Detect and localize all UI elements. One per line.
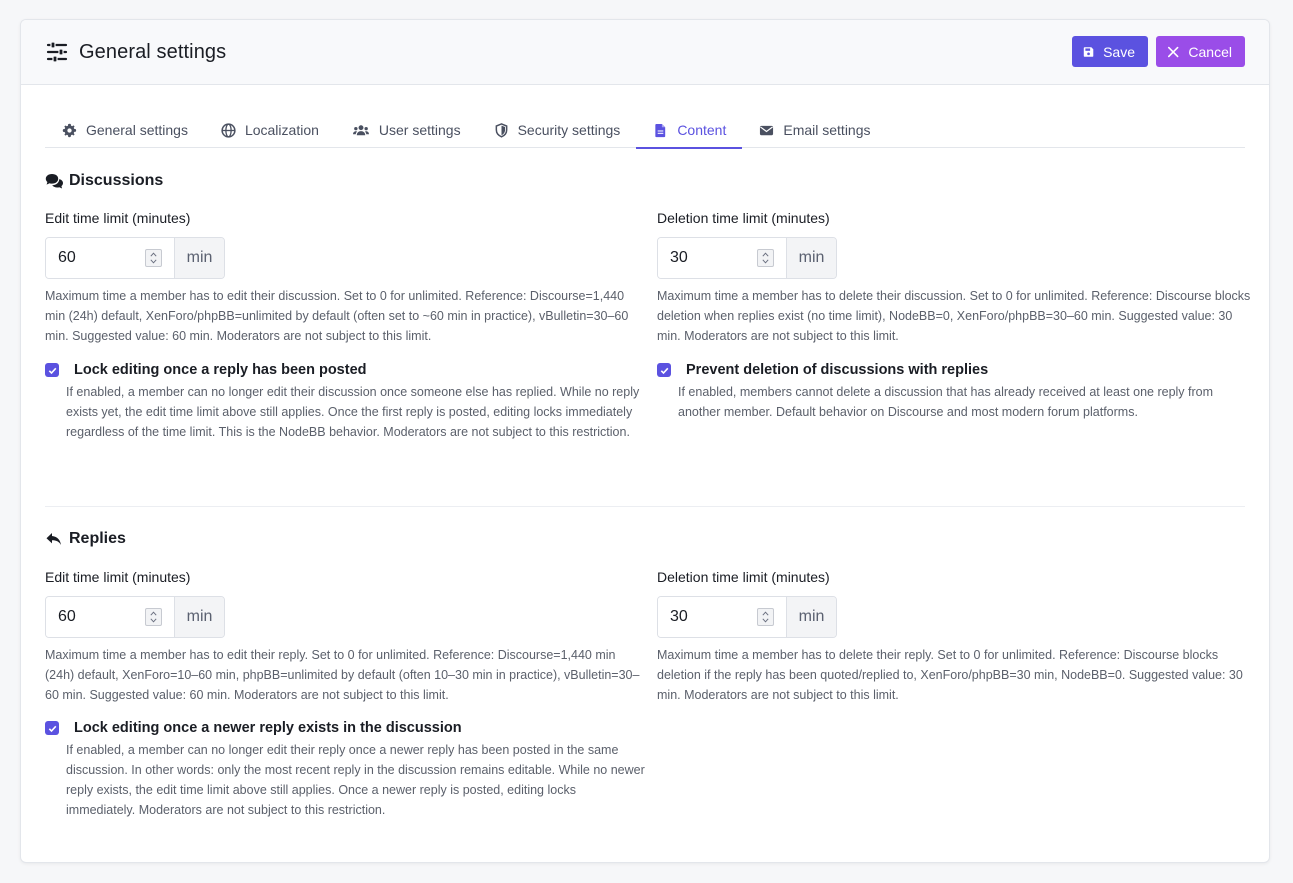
header-actions: Save Cancel — [1072, 36, 1245, 67]
help-text: Maximum time a member has to edit their … — [45, 289, 629, 343]
cancel-button-label: Cancel — [1188, 43, 1232, 60]
number-stepper[interactable] — [145, 249, 162, 267]
gear-icon — [62, 123, 77, 137]
settings-tabs: General settings Localization User setti… — [45, 112, 1245, 149]
field-label: Edit time limit (minutes) — [45, 210, 191, 226]
tab-email-settings[interactable]: Email settings — [742, 112, 886, 148]
discussions-heading: Discussions — [45, 172, 163, 190]
chevron-down-icon — [762, 259, 769, 264]
tab-general-settings[interactable]: General settings — [45, 112, 204, 148]
input-group: min — [45, 596, 225, 638]
input-group: min — [45, 237, 225, 279]
chevron-up-icon — [762, 252, 769, 257]
field-label: Edit time limit (minutes) — [45, 569, 191, 585]
section-title: Replies — [69, 530, 126, 547]
lock-edit-after-reply-checkbox[interactable] — [45, 363, 59, 377]
checkmark-icon — [48, 367, 56, 374]
settings-card: General settings Save Cancel General set… — [20, 19, 1270, 863]
tab-label: Localization — [244, 122, 319, 138]
chevron-down-icon — [762, 618, 769, 623]
help-text: Maximum time a member has to delete thei… — [657, 648, 1243, 702]
prevent-delete-with-replies-option: Prevent deletion of discussions with rep… — [657, 362, 1257, 422]
discussion-edit-limit-field: Edit time limit (minutes) min Maximum ti… — [45, 210, 645, 346]
help-text: Maximum time a member has to edit their … — [45, 648, 640, 702]
shield-icon — [495, 122, 507, 138]
tab-label: Security settings — [517, 122, 621, 138]
field-label: Deletion time limit (minutes) — [657, 210, 830, 226]
tab-security-settings[interactable]: Security settings — [477, 112, 637, 148]
sliders-icon — [46, 41, 68, 63]
document-icon — [655, 123, 666, 137]
users-icon — [352, 124, 369, 135]
help-text: Maximum time a member has to delete thei… — [657, 289, 1251, 343]
discussion-delete-limit-field: Deletion time limit (minutes) min Maximu… — [657, 210, 1257, 346]
card-header: General settings Save Cancel — [21, 20, 1269, 85]
unit-addon: min — [786, 597, 836, 637]
tab-user-settings[interactable]: User settings — [335, 112, 477, 148]
envelope-icon — [760, 125, 774, 135]
input-group: min — [657, 596, 837, 638]
unit-addon: min — [786, 238, 836, 278]
chevron-down-icon — [150, 259, 157, 264]
number-stepper[interactable] — [145, 608, 162, 626]
lock-edit-newer-reply-option: Lock editing once a newer reply exists i… — [45, 720, 645, 820]
lock-edit-after-reply-option: Lock editing once a reply has been poste… — [45, 362, 645, 442]
unit-addon: min — [174, 597, 224, 637]
reply-arrow-icon — [46, 532, 61, 545]
close-icon — [1167, 46, 1179, 57]
number-stepper[interactable] — [757, 608, 774, 626]
help-text: If enabled, members cannot delete a disc… — [678, 385, 1214, 419]
page-title: General settings — [79, 40, 227, 63]
checkbox-label[interactable]: Lock editing once a reply has been poste… — [74, 362, 367, 378]
tab-label: User settings — [378, 122, 461, 138]
lock-edit-newer-reply-checkbox[interactable] — [45, 721, 59, 735]
section-divider — [45, 506, 1245, 507]
checkmark-icon — [48, 725, 56, 732]
help-text: If enabled, a member can no longer edit … — [66, 385, 640, 439]
tab-label: Content — [677, 122, 727, 138]
chevron-up-icon — [150, 611, 157, 616]
tab-localization[interactable]: Localization — [204, 112, 335, 148]
checkmark-icon — [660, 367, 668, 374]
unit-addon: min — [174, 238, 224, 278]
checkbox-label[interactable]: Prevent deletion of discussions with rep… — [686, 362, 988, 378]
tab-content[interactable]: Content — [636, 112, 743, 149]
comments-icon — [45, 173, 63, 188]
reply-edit-limit-field: Edit time limit (minutes) min Maximum ti… — [45, 569, 645, 705]
tab-label: Email settings — [783, 122, 871, 138]
section-title: Discussions — [69, 172, 164, 189]
save-button[interactable]: Save — [1072, 36, 1148, 67]
reply-delete-limit-field: Deletion time limit (minutes) min Maximu… — [657, 569, 1257, 705]
chevron-up-icon — [150, 252, 157, 257]
input-group: min — [657, 237, 837, 279]
checkbox-label[interactable]: Lock editing once a newer reply exists i… — [74, 720, 462, 736]
chevron-up-icon — [762, 611, 769, 616]
tab-label: General settings — [86, 122, 188, 138]
replies-heading: Replies — [45, 530, 126, 548]
help-text: If enabled, a member can no longer edit … — [66, 743, 645, 817]
field-label: Deletion time limit (minutes) — [657, 569, 830, 585]
chevron-down-icon — [150, 618, 157, 623]
floppy-disk-icon — [1083, 46, 1094, 57]
cancel-button[interactable]: Cancel — [1156, 36, 1245, 67]
number-stepper[interactable] — [757, 249, 774, 267]
prevent-delete-with-replies-checkbox[interactable] — [657, 363, 671, 377]
globe-icon — [221, 122, 236, 138]
save-button-label: Save — [1103, 43, 1135, 60]
